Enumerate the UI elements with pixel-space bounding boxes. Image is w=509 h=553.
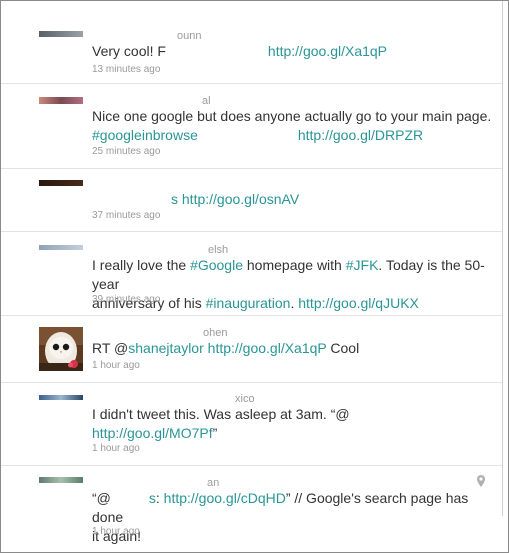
- avatar[interactable]: [39, 245, 83, 250]
- tweet-item[interactable]: s http://goo.gl/osnAV 37 minutes ago: [1, 169, 502, 232]
- timestamp[interactable]: 39 minutes ago: [92, 294, 160, 305]
- timestamp[interactable]: 13 minutes ago: [92, 64, 160, 75]
- hashtag-link[interactable]: #inauguration: [206, 295, 291, 311]
- tweet-link[interactable]: http://goo.gl/qJUKX: [298, 295, 419, 311]
- tweet-item[interactable]: elsh I really love the #Google homepage …: [1, 232, 502, 316]
- username[interactable]: elsh: [208, 244, 228, 256]
- timestamp[interactable]: 1 hour ago: [92, 443, 140, 454]
- tweet-text-part: I didn't tweet this. Was asleep at 3am. …: [92, 406, 350, 422]
- tweet-text-part: I really love the: [92, 257, 191, 273]
- tweet-link[interactable]: http://goo.gl/DRPZR: [298, 127, 423, 143]
- tweet-text: Nice one google but does anyone actually…: [92, 107, 492, 145]
- tweet-item[interactable]: ohen RT @shanejtaylor http://goo.gl/Xa1q…: [1, 316, 502, 383]
- tweet-text-part: Cool: [326, 340, 360, 356]
- tweet-link[interactable]: http://goo.gl/osnAV: [182, 191, 299, 207]
- owl-avatar-image: [39, 327, 83, 371]
- tweet-text-part: Very cool! F: [92, 43, 166, 59]
- panel-divider: [502, 1, 503, 516]
- mention-link[interactable]: s: [149, 490, 156, 506]
- timestamp[interactable]: 1 hour ago: [92, 526, 140, 537]
- tweet-text: I didn't tweet this. Was asleep at 3am. …: [92, 405, 492, 443]
- tweet-link[interactable]: http://goo.gl/MO7Pf: [92, 425, 213, 441]
- username[interactable]: al: [202, 95, 211, 107]
- tweet-text: “@ s: http://goo.gl/cDqHD” // Google's se…: [92, 489, 492, 546]
- tweet-text-part: homepage with: [243, 257, 346, 273]
- username[interactable]: ounn: [177, 30, 201, 42]
- tweet-stream-panel: ounn Very cool! F http://goo.gl/Xa1qP 13 …: [0, 0, 509, 553]
- avatar[interactable]: [39, 327, 83, 371]
- tweet-text-part: Nice one google but does anyone actually…: [92, 108, 492, 124]
- hashtag-link[interactable]: #Google: [190, 257, 243, 273]
- tweet-text-part: :: [155, 490, 164, 506]
- avatar[interactable]: [39, 395, 83, 400]
- tweet-item[interactable]: al Nice one google but does anyone actua…: [1, 84, 502, 169]
- tweet-text-part: ”: [212, 425, 218, 441]
- avatar[interactable]: [39, 180, 83, 186]
- timestamp[interactable]: 37 minutes ago: [92, 210, 160, 221]
- tweet-text-part: RT @: [92, 340, 129, 356]
- tweet-link[interactable]: http://goo.gl/Xa1qP: [208, 340, 327, 356]
- tweet-text: RT @shanejtaylor http://goo.gl/Xa1qP Coo…: [92, 339, 492, 358]
- hashtag-link[interactable]: #JFK: [346, 257, 379, 273]
- hashtag-link[interactable]: #googleinbrowse: [92, 127, 198, 143]
- tweet-text-part: “@: [92, 490, 111, 506]
- tweet-text-part: s: [171, 191, 178, 207]
- timestamp[interactable]: 1 hour ago: [92, 360, 140, 371]
- mention-link[interactable]: shanejtaylor: [128, 340, 204, 356]
- location-pin-icon[interactable]: [477, 475, 485, 487]
- username[interactable]: xico: [235, 393, 255, 405]
- tweet-text: s http://goo.gl/osnAV: [92, 190, 492, 209]
- timestamp[interactable]: 25 minutes ago: [92, 146, 160, 157]
- username[interactable]: ohen: [203, 327, 227, 339]
- tweet-item[interactable]: xico I didn't tweet this. Was asleep at …: [1, 383, 502, 466]
- tweet-item[interactable]: an “@ s: http://goo.gl/cDqHD” // Google's…: [1, 466, 502, 552]
- tweet-link[interactable]: http://goo.gl/Xa1qP: [268, 43, 387, 59]
- tweet-item[interactable]: ounn Very cool! F http://goo.gl/Xa1qP 13 …: [1, 1, 502, 84]
- tweet-link[interactable]: http://goo.gl/cDqHD: [164, 490, 286, 506]
- username[interactable]: an: [207, 477, 219, 489]
- avatar[interactable]: [39, 477, 83, 483]
- avatar[interactable]: [39, 31, 83, 37]
- avatar[interactable]: [39, 97, 83, 104]
- tweet-text: Very cool! F http://goo.gl/Xa1qP: [92, 42, 492, 61]
